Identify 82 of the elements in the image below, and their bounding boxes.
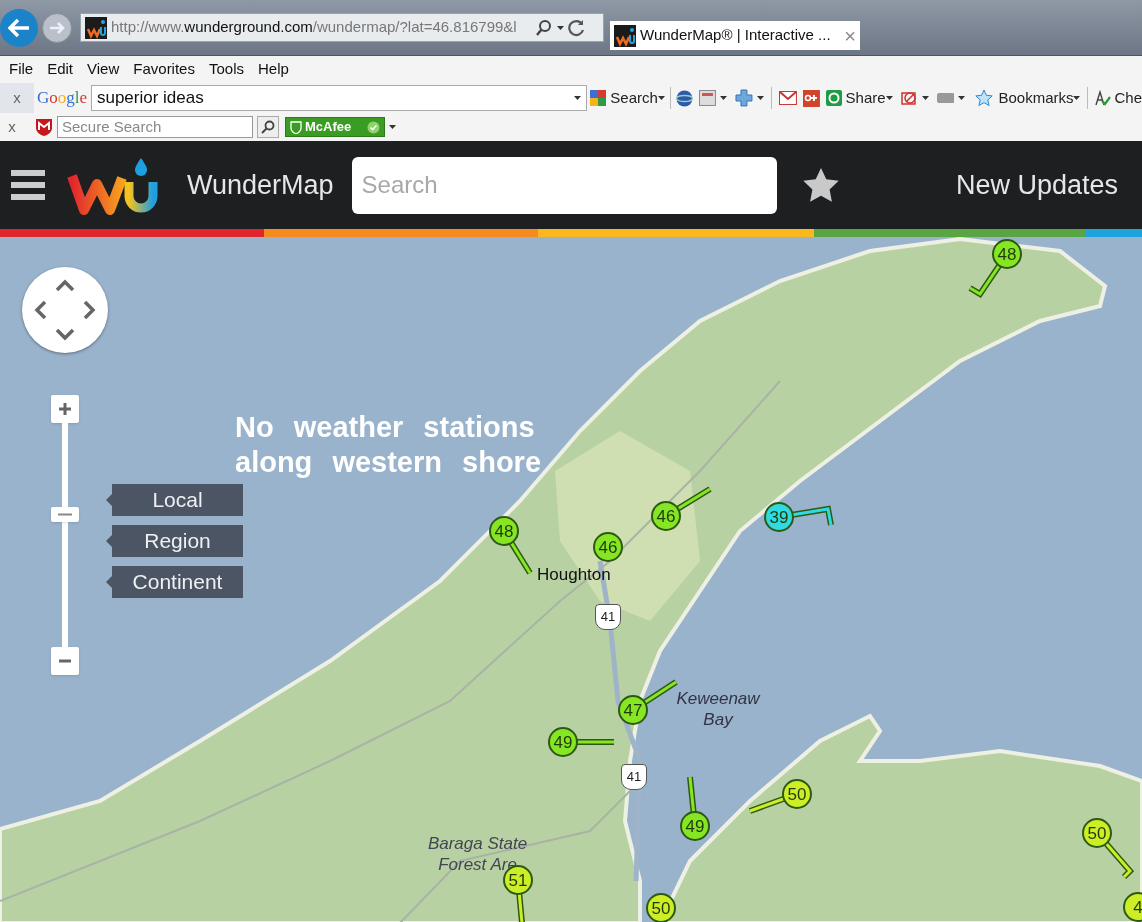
menu-item[interactable]: Favorites <box>133 58 195 81</box>
place-label: Keweenaw Bay <box>675 688 762 730</box>
tab-title: WunderMap® | Interactive ... <box>640 25 832 46</box>
zoom-preset-button[interactable]: Continent <box>112 566 243 598</box>
forward-button[interactable] <box>42 12 72 43</box>
right-arrow-icon <box>49 21 65 34</box>
zoom-slider-thumb[interactable] <box>51 506 79 522</box>
map-search-field[interactable]: Search <box>351 156 777 214</box>
blocked-icon[interactable] <box>900 89 918 107</box>
google-search-field[interactable]: superior ideas <box>90 85 588 111</box>
refresh-icon <box>568 18 586 37</box>
spell-check-button[interactable]: Che <box>1095 86 1142 110</box>
new-updates-link[interactable]: New Updates <box>955 164 1118 206</box>
pan-control[interactable] <box>22 267 108 353</box>
menu-item[interactable]: File <box>9 58 34 81</box>
check-mark-icon <box>1095 90 1112 106</box>
menu-item[interactable]: Edit <box>47 58 74 81</box>
left-arrow-icon <box>8 18 30 37</box>
star-icon[interactable] <box>801 167 840 203</box>
close-tab-button[interactable]: × <box>844 25 856 46</box>
menu-item[interactable]: Tools <box>208 58 244 81</box>
dropdown-caret-icon[interactable] <box>921 96 929 100</box>
plus-icon <box>58 402 72 416</box>
plus-icon[interactable] <box>734 89 753 107</box>
zoom-out-button[interactable] <box>51 647 79 675</box>
menu-item[interactable]: View <box>87 58 120 81</box>
dropdown-caret-icon[interactable] <box>719 96 727 100</box>
minus-icon <box>58 659 72 663</box>
share-button[interactable]: Share <box>825 86 886 110</box>
dropdown-caret-icon[interactable] <box>756 96 764 100</box>
mail-icon[interactable] <box>778 91 797 105</box>
place-label: Houghton <box>537 564 611 586</box>
google-logo: Google <box>36 87 87 110</box>
menu-icon[interactable] <box>11 168 45 202</box>
star-icon <box>975 89 994 107</box>
secure-search-field[interactable]: Secure Search <box>57 116 253 138</box>
zoom-preset-button[interactable]: Region <box>112 525 243 557</box>
direction-arrows-icon <box>33 278 97 342</box>
dropdown-caret-icon[interactable] <box>1073 96 1081 100</box>
dropdown-caret-icon[interactable] <box>958 96 966 100</box>
route-shield: 41 <box>595 604 621 630</box>
search-button[interactable] <box>257 116 279 138</box>
search-icon <box>535 18 553 37</box>
close-toolbar-button[interactable]: x <box>0 83 34 113</box>
zoom-preset-button[interactable]: Local <box>112 484 243 516</box>
url-text: http://www.wunderground.com/wundermap/?lat=46.816799&l <box>111 17 518 38</box>
close-toolbar-button[interactable]: x <box>0 115 24 139</box>
dropdown-caret-icon[interactable] <box>557 25 564 30</box>
station-marker[interactable]: 49 <box>680 811 710 841</box>
address-bar[interactable]: http://www.wunderground.com/wundermap/?lat=46.816799&l <box>80 13 604 42</box>
dropdown-caret-icon[interactable] <box>574 96 582 100</box>
shield-icon <box>290 120 302 134</box>
share-icon <box>825 90 842 106</box>
check-circle-icon <box>367 120 380 134</box>
station-marker[interactable]: 39 <box>764 502 794 532</box>
dropdown-caret-icon[interactable] <box>389 125 396 129</box>
annotation-text: No weather stations along western shore <box>235 410 541 480</box>
zoom-in-button[interactable] <box>51 395 79 423</box>
site-logo-icon <box>614 24 636 47</box>
pointer-icon <box>106 535 112 547</box>
minus-icon <box>58 512 72 516</box>
zoom-slider[interactable] <box>51 423 79 647</box>
back-button[interactable] <box>0 8 38 47</box>
route-shield: 41 <box>621 764 647 790</box>
search-button[interactable]: Search <box>590 86 658 110</box>
menu-item[interactable]: Help <box>258 58 289 81</box>
site-title: WunderMap <box>187 168 334 202</box>
globe-icon[interactable] <box>675 89 693 107</box>
page-icon[interactable] <box>698 90 716 106</box>
pointer-icon <box>106 494 112 506</box>
site-logo-icon <box>85 16 107 39</box>
bookmarks-button[interactable]: Bookmarks <box>975 86 1074 110</box>
dropdown-caret-icon[interactable] <box>885 96 893 100</box>
pointer-icon <box>106 576 112 588</box>
mcafee-button[interactable]: McAfee <box>285 117 385 137</box>
browser-tab[interactable]: WunderMap® | Interactive ... × <box>610 21 860 50</box>
dropdown-caret-icon[interactable] <box>657 96 665 100</box>
colored-squares-icon <box>590 90 607 106</box>
station-marker[interactable]: 50 <box>646 893 676 922</box>
search-icon <box>261 120 275 134</box>
plus-square-icon[interactable] <box>802 89 820 107</box>
shield-icon <box>34 117 54 137</box>
